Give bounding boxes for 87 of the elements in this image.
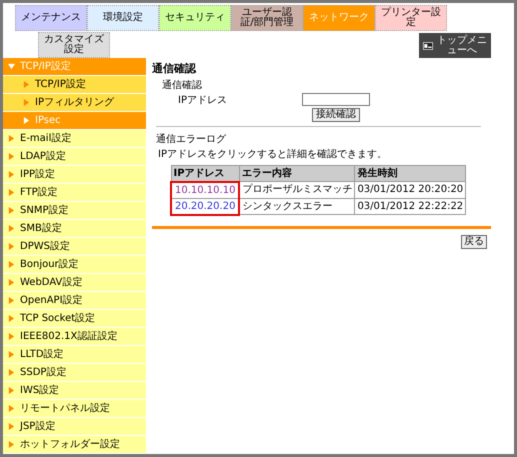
sidebar-item[interactable]: SNMP設定 xyxy=(3,202,146,220)
column-header: IPアドレス xyxy=(171,165,240,182)
sidebar-item-label: TCP/IP設定 xyxy=(35,78,86,92)
sidebar-subitem[interactable]: IPフィルタリング xyxy=(3,94,146,112)
sidebar-item-label: IEEE802.1X認証設定 xyxy=(20,330,118,344)
column-header: エラー内容 xyxy=(239,165,355,182)
window-icon xyxy=(423,40,433,52)
expand-icon xyxy=(8,207,15,214)
expand-icon xyxy=(8,225,15,232)
sidebar-item[interactable]: リモートパネル設定 xyxy=(3,400,146,418)
nav-tab[interactable]: 環境設定 xyxy=(87,5,159,31)
nav-tab[interactable]: ユーザー認証/部門管理 xyxy=(231,5,303,31)
table-cell: 03/01/2012 22:22:22 xyxy=(354,198,466,214)
column-header: 発生時刻 xyxy=(354,165,466,182)
sidebar-subitem[interactable]: TCP/IP設定 xyxy=(3,76,146,94)
expand-icon xyxy=(8,387,15,394)
page-title: 通信確認 xyxy=(152,61,198,77)
expand-icon xyxy=(8,279,15,286)
sidebar-item-label: IWS設定 xyxy=(20,384,60,398)
nav-tab[interactable]: プリンター設定 xyxy=(375,5,447,31)
expand-icon xyxy=(8,153,15,160)
expand-icon xyxy=(8,405,15,412)
expand-icon xyxy=(8,423,15,430)
collapse-icon xyxy=(8,63,15,70)
sidebar-item[interactable]: SMB設定 xyxy=(3,220,146,238)
sidebar-item-label: IPsec xyxy=(35,114,61,128)
expand-icon xyxy=(8,189,15,196)
sidebar-item-label: WebDAV設定 xyxy=(20,276,82,290)
sidebar-item[interactable]: ホットフォルダー設定 xyxy=(3,436,146,454)
sidebar-item[interactable]: FTP設定 xyxy=(3,184,146,202)
expand-icon xyxy=(8,369,15,376)
nav-tab[interactable]: セキュリティ xyxy=(159,5,231,31)
top-menu-button[interactable]: トップメニューへ xyxy=(419,33,491,58)
section-title: 通信確認 xyxy=(161,78,203,92)
sidebar-item[interactable]: IWS設定 xyxy=(3,382,146,400)
sidebar-item[interactable]: SSDP設定 xyxy=(3,364,146,382)
expand-icon xyxy=(8,135,15,142)
field-label: IPアドレス xyxy=(177,94,228,108)
expand-icon xyxy=(8,243,15,250)
expand-icon xyxy=(8,315,15,322)
expand-icon xyxy=(23,117,30,124)
sidebar-item[interactable]: WebDAV設定 xyxy=(3,274,146,292)
sidebar-item[interactable]: TCP Socket設定 xyxy=(3,310,146,328)
back-button[interactable]: 戻る xyxy=(461,234,487,248)
expand-icon xyxy=(8,351,15,358)
expand-icon xyxy=(8,261,15,268)
expand-icon xyxy=(23,81,30,88)
expand-icon xyxy=(8,441,15,448)
section-title: 通信エラーログ xyxy=(155,132,227,146)
sidebar-item[interactable]: LDAP設定 xyxy=(3,148,146,166)
sidebar-item-label: ホットフォルダー設定 xyxy=(20,438,120,452)
hint-text: IPアドレスをクリックすると詳細を確認できます。 xyxy=(157,148,388,162)
nav-tab[interactable]: カスタマイズ設定 xyxy=(38,32,110,58)
table-cell: シンタックスエラー xyxy=(239,198,355,214)
sidebar-item-label: SNMP設定 xyxy=(20,204,68,218)
nav-tab[interactable]: メンテナンス xyxy=(15,5,87,31)
sidebar-item-label: JSP設定 xyxy=(20,420,56,434)
sidebar-item-label: TCP/IP設定 xyxy=(20,60,71,74)
sidebar-item-label: リモートパネル設定 xyxy=(20,402,110,416)
sidebar-item[interactable]: E-mail設定 xyxy=(3,130,146,148)
sidebar-item-label: Bonjour設定 xyxy=(20,258,79,272)
connect-button[interactable]: 接続確認 xyxy=(312,108,360,122)
sidebar-item-label: FTP設定 xyxy=(20,186,58,200)
table-cell: プロポーザルミスマッチ xyxy=(239,182,355,198)
sidebar-item[interactable]: IPP設定 xyxy=(3,166,146,184)
sidebar-item-label: SMB設定 xyxy=(20,222,62,236)
sidebar-item[interactable]: LLTD設定 xyxy=(3,346,146,364)
sidebar-item-label: DPWS設定 xyxy=(20,240,70,254)
sidebar-item-label: IPフィルタリング xyxy=(35,96,114,110)
sidebar-item[interactable]: DPWS設定 xyxy=(3,238,146,256)
sidebar-item-label: IPP設定 xyxy=(20,168,56,182)
sidebar-item-label: LLTD設定 xyxy=(20,348,64,362)
table-cell: 03/01/2012 20:20:20 xyxy=(354,182,466,198)
sidebar-item-label: OpenAPI設定 xyxy=(20,294,83,308)
sidebar-item[interactable]: Bonjour設定 xyxy=(3,256,146,274)
expand-icon xyxy=(23,99,30,106)
ip-address-field[interactable] xyxy=(302,92,370,106)
sidebar-item-label: TCP Socket設定 xyxy=(20,312,96,326)
expand-icon xyxy=(8,297,15,304)
expand-icon xyxy=(8,333,15,340)
sidebar-item-label: E-mail設定 xyxy=(20,132,72,146)
sidebar-item[interactable]: IEEE802.1X認証設定 xyxy=(3,328,146,346)
sidebar-item[interactable]: JSP設定 xyxy=(3,418,146,436)
sidebar-item-label: LDAP設定 xyxy=(20,150,66,164)
sidebar-item[interactable]: OpenAPI設定 xyxy=(3,292,146,310)
expand-icon xyxy=(8,171,15,178)
sidebar-item-label: SSDP設定 xyxy=(20,366,66,380)
